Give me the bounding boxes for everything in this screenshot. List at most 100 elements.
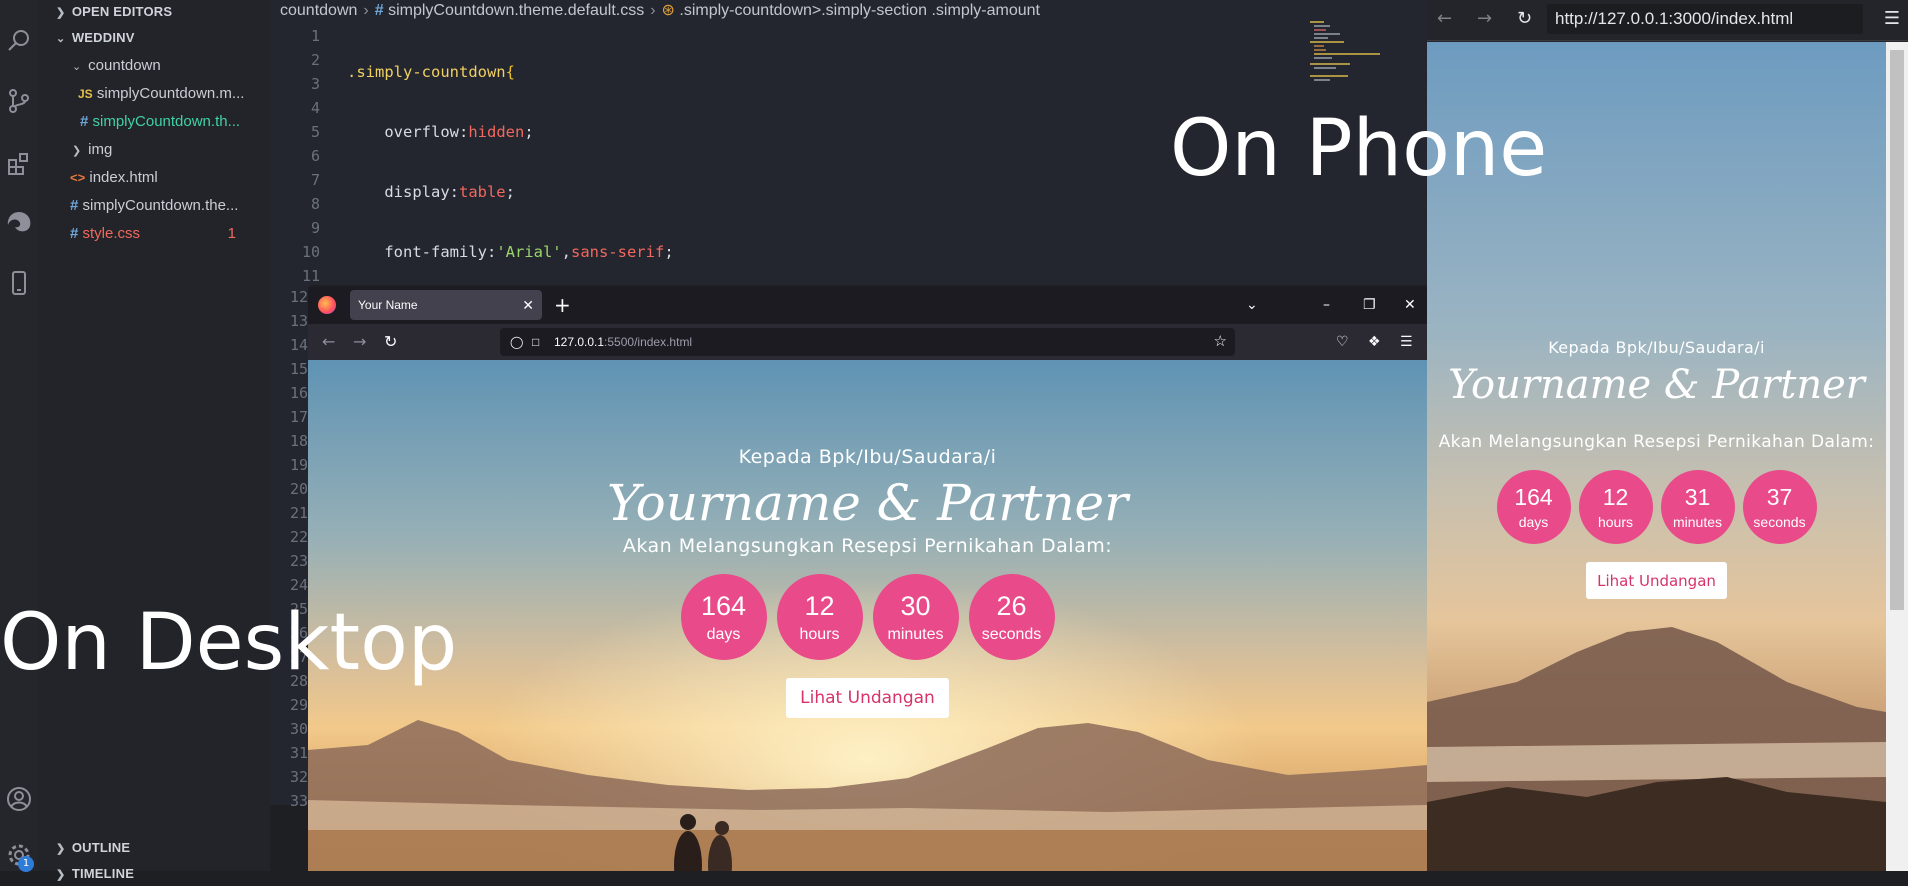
tree-item-label: simplyCountdown.th... [92, 113, 241, 130]
tree-item-simplycountdown-theme-2[interactable]: # simplyCountdown.the... [38, 194, 270, 218]
minimize-icon[interactable]: – [1323, 287, 1330, 324]
edge-browser-icon[interactable] [6, 210, 32, 236]
countdown-timer: 164 days 12 hours 31 minutes 37 seconds [1427, 470, 1886, 544]
countdown-hours: 12 hours [776, 574, 863, 660]
firefox-icon [318, 296, 336, 314]
source-control-icon[interactable] [6, 88, 32, 114]
countdown-value: 37 [1766, 484, 1793, 510]
tree-item-img[interactable]: ❯ img [38, 138, 270, 162]
menu-icon[interactable]: ☰ [1400, 324, 1413, 360]
open-editors-section[interactable]: ❯ OPEN EDITORS [38, 0, 270, 24]
close-tab-icon[interactable]: ✕ [522, 290, 534, 320]
back-icon[interactable]: ← [1437, 0, 1452, 38]
outline-section[interactable]: ❯ OUTLINE [38, 836, 270, 860]
javascript-file-icon: JS [78, 87, 93, 101]
line-number: 13 [289, 312, 308, 330]
code-line: font-family:'Arial',sans-serif; [384, 243, 674, 261]
forward-icon[interactable]: → [353, 324, 366, 360]
extensions-icon[interactable] [6, 150, 32, 176]
line-number: 20 [289, 480, 308, 498]
css-file-icon: # [374, 2, 384, 19]
countdown-value: 164 [700, 590, 747, 621]
pocket-icon[interactable]: ♡ [1336, 324, 1349, 360]
device-preview-icon[interactable] [6, 270, 32, 296]
line-number: 18 [289, 432, 308, 450]
phone-browser-toolbar: ← → ↻ http://127.0.0.1:3000/index.html ☰ [1427, 0, 1908, 41]
extensions-puzzle-icon[interactable]: ❖ [1368, 324, 1381, 360]
line-number: 14 [289, 336, 308, 354]
close-window-icon[interactable]: ✕ [1404, 287, 1416, 324]
tree-item-style-css[interactable]: # style.css 1 [38, 222, 270, 246]
open-editors-label: OPEN EDITORS [71, 4, 173, 19]
back-icon[interactable]: ← [322, 324, 335, 360]
countdown-unit: minutes [1672, 514, 1723, 530]
scrollbar-thumb[interactable] [1890, 50, 1904, 610]
countdown-unit: seconds [981, 625, 1042, 643]
line-number: 3 [310, 75, 320, 93]
timeline-label: TIMELINE [71, 866, 135, 881]
countdown-value: 31 [1684, 484, 1711, 510]
countdown-minutes: 31 minutes [1660, 470, 1735, 544]
countdown-value: 30 [900, 590, 931, 621]
explorer-sidebar: ❯ OPEN EDITORS ⌄ WEDDINV ⌄ countdown JS … [38, 0, 270, 881]
timeline-section[interactable]: ❯ TIMELINE [38, 862, 270, 886]
workspace-label: WEDDINV [71, 30, 135, 45]
countdown-timer: 164 days 12 hours 30 minutes 26 seconds [308, 574, 1427, 660]
forward-icon[interactable]: → [1477, 0, 1492, 38]
chevron-right-icon: ❯ [72, 145, 82, 157]
tab-list-chevron-icon[interactable]: ⌄ [1246, 287, 1258, 324]
line-number: 7 [310, 171, 320, 189]
code-line: display:table; [384, 183, 515, 201]
new-tab-icon[interactable]: + [554, 291, 571, 319]
search-icon[interactable] [6, 28, 32, 54]
tree-item-simplycountdown-theme[interactable]: # simplyCountdown.th... [38, 110, 270, 134]
restore-icon[interactable]: ❐ [1363, 287, 1376, 324]
menu-icon[interactable]: ☰ [1884, 0, 1900, 38]
css-file-icon: # [70, 197, 79, 214]
chevron-right-icon: ❯ [56, 7, 66, 19]
countdown-unit: hours [799, 625, 840, 643]
on-desktop-label: On Desktop [0, 598, 458, 688]
browser-tab[interactable]: Your Name ✕ [350, 290, 542, 320]
tree-item-index-html[interactable]: <> index.html [38, 166, 270, 190]
workspace-section[interactable]: ⌄ WEDDINV [38, 26, 270, 50]
breadcrumb-symbol[interactable]: .simply-countdown>.simply-section .simpl… [679, 2, 1040, 19]
breadcrumb-folder[interactable]: countdown [280, 2, 357, 19]
line-number-gutter-lower: 12 13 14 15 16 17 18 19 20 21 22 23 24 2… [270, 285, 310, 810]
event-tagline: Akan Melangsungkan Resepsi Pernikahan Da… [1438, 432, 1875, 452]
countdown-days: 164 days [680, 574, 767, 660]
countdown-days: 164 days [1496, 470, 1571, 544]
cta-wrapper: Lihat Undangan [308, 678, 1427, 718]
line-number-gutter: 1 2 3 4 5 6 7 8 9 10 11 [270, 24, 320, 285]
countdown-value: 164 [1514, 484, 1553, 510]
phone-url-bar[interactable]: http://127.0.0.1:3000/index.html [1547, 4, 1863, 34]
countdown-unit: minutes [887, 625, 944, 643]
reload-icon[interactable]: ↻ [384, 324, 397, 360]
page-icon: □ [532, 335, 540, 349]
event-tagline: Akan Melangsungkan Resepsi Pernikahan Da… [622, 535, 1113, 557]
url-host: 127.0.0.1 [554, 335, 605, 349]
line-number: 2 [310, 51, 320, 69]
tree-item-simplycountdown-js[interactable]: JS simplyCountdown.m... [38, 82, 270, 106]
chevron-right-icon: ❯ [56, 843, 66, 855]
line-number: 8 [310, 195, 320, 213]
open-invitation-button[interactable]: Lihat Undangan [786, 678, 949, 718]
line-number: 15 [289, 360, 308, 378]
vertical-scrollbar[interactable] [1886, 42, 1908, 871]
on-phone-label: On Phone [1170, 104, 1548, 194]
url-bar[interactable]: ◯ □ 127.0.0.1:5500/index.html ☆ [500, 328, 1235, 356]
desktop-browser-window: Your Name ✕ + ⌄ – ❐ ✕ ← → ↻ ◯ □ 127.0.0.… [308, 287, 1427, 871]
breadcrumb-file[interactable]: simplyCountdown.theme.default.css [388, 2, 644, 19]
minimap[interactable] [1310, 20, 1400, 90]
bookmark-star-icon[interactable]: ☆ [1214, 328, 1227, 356]
account-icon[interactable] [6, 786, 32, 812]
line-number: 29 [289, 696, 308, 714]
shield-icon[interactable]: ◯ [510, 328, 523, 356]
tree-item-countdown[interactable]: ⌄ countdown [38, 54, 270, 78]
open-invitation-button[interactable]: Lihat Undangan [1586, 562, 1727, 599]
reload-icon[interactable]: ↻ [1517, 0, 1532, 38]
countdown-unit: days [1518, 514, 1549, 530]
line-number: 1 [310, 27, 320, 45]
code-lines[interactable]: .simply-countdown{ overflow:hidden; disp… [347, 24, 674, 285]
settings-badge: 1 [18, 856, 34, 872]
